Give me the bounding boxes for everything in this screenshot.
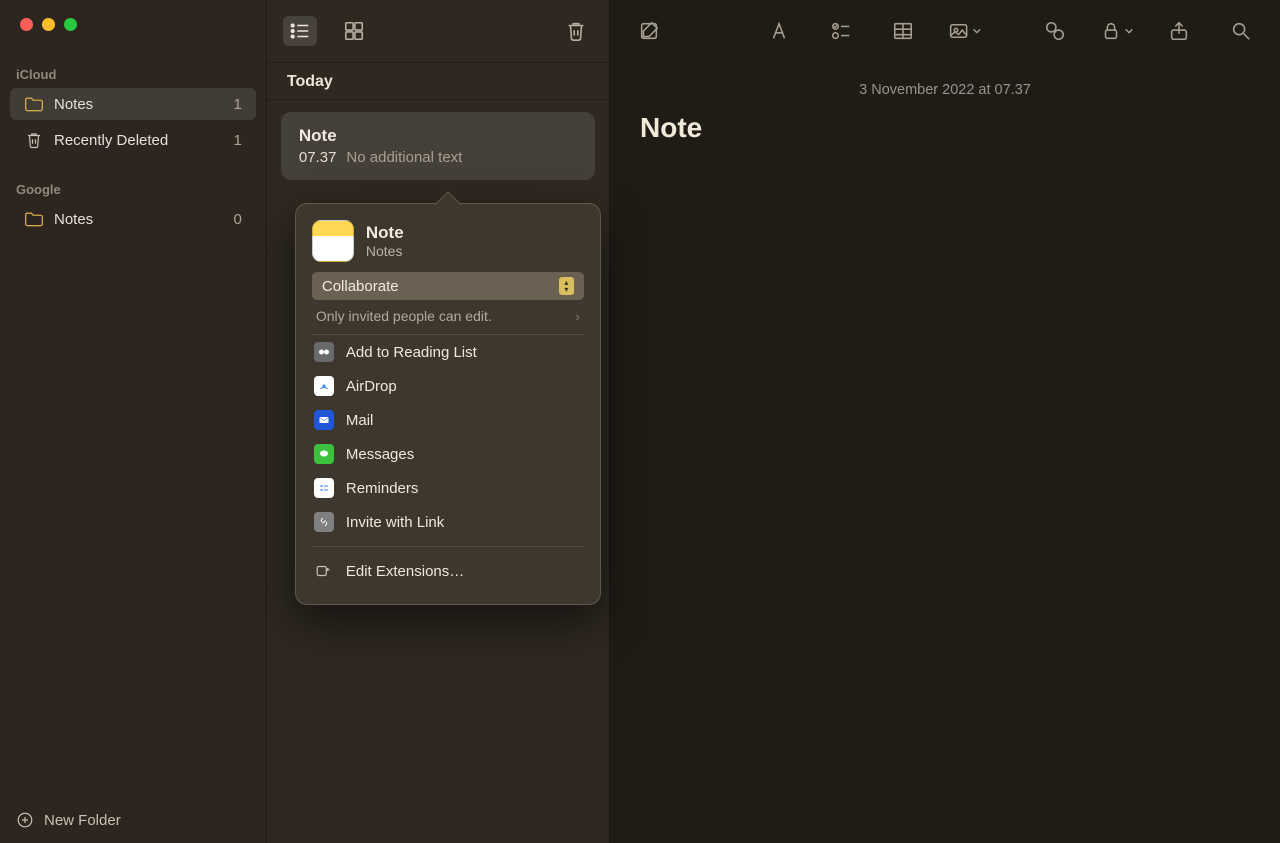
note-item-title: Note <box>299 126 577 146</box>
editor-pane: 3 November 2022 at 07.37 Note <box>610 0 1280 843</box>
note-list-item[interactable]: Note 07.37 No additional text <box>281 112 595 180</box>
link-note-button[interactable] <box>1038 16 1072 46</box>
delete-note-button[interactable] <box>559 16 593 46</box>
collaborate-mode-select[interactable]: Collaborate <box>312 272 584 300</box>
folder-label: Notes <box>54 211 234 228</box>
note-date: 3 November 2022 at 07.37 <box>640 82 1250 98</box>
new-folder-button[interactable]: New Folder <box>0 797 266 843</box>
table-button[interactable] <box>886 16 920 46</box>
window-controls <box>0 18 266 31</box>
folder-notes-icloud[interactable]: Notes 1 <box>10 88 256 120</box>
permission-settings-row[interactable]: Only invited people can edit. › <box>312 300 584 335</box>
folder-count: 0 <box>234 211 242 228</box>
checklist-button[interactable] <box>824 16 858 46</box>
folder-recently-deleted[interactable]: Recently Deleted 1 <box>10 124 256 156</box>
editor-toolbar <box>610 0 1280 62</box>
share-option-invite-link[interactable]: Invite with Link <box>312 505 584 539</box>
share-button[interactable] <box>1162 16 1196 46</box>
chevron-right-icon: › <box>576 309 580 324</box>
share-popover: Note Notes Collaborate Only invited peop… <box>295 203 601 605</box>
close-window-button[interactable] <box>20 18 33 31</box>
new-note-button[interactable] <box>632 16 666 46</box>
share-option-reading-list[interactable]: Add to Reading List <box>312 335 584 369</box>
divider <box>312 546 584 547</box>
share-popover-title: Note <box>366 223 404 243</box>
note-item-time: 07.37 <box>299 149 337 166</box>
folder-count: 1 <box>234 132 242 149</box>
permission-text: Only invited people can edit. <box>316 308 492 324</box>
share-option-label: Add to Reading List <box>346 344 477 361</box>
format-text-button[interactable] <box>762 16 796 46</box>
folder-label: Notes <box>54 96 234 113</box>
share-option-mail[interactable]: Mail <box>312 403 584 437</box>
fullscreen-window-button[interactable] <box>64 18 77 31</box>
search-button[interactable] <box>1224 16 1258 46</box>
collaborate-mode-label: Collaborate <box>322 278 399 295</box>
share-option-label: Mail <box>346 412 374 429</box>
mail-icon <box>314 410 334 430</box>
folder-icon <box>24 209 44 229</box>
share-option-messages[interactable]: Messages <box>312 437 584 471</box>
share-option-reminders[interactable]: Reminders <box>312 471 584 505</box>
folder-label: Recently Deleted <box>54 132 234 149</box>
media-button[interactable] <box>948 16 982 46</box>
extensions-icon <box>314 561 334 581</box>
minimize-window-button[interactable] <box>42 18 55 31</box>
notes-app-icon <box>312 220 354 262</box>
folder-count: 1 <box>234 96 242 113</box>
airdrop-icon <box>314 376 334 396</box>
folder-notes-google[interactable]: Notes 0 <box>10 203 256 235</box>
editor-body[interactable]: 3 November 2022 at 07.37 Note <box>610 62 1280 843</box>
note-item-preview: No additional text <box>346 149 462 166</box>
new-folder-label: New Folder <box>44 812 121 829</box>
share-popover-subtitle: Notes <box>366 243 404 259</box>
share-option-label: Messages <box>346 446 414 463</box>
stepper-icon <box>559 277 574 295</box>
gallery-view-button[interactable] <box>337 16 371 46</box>
share-option-label: Reminders <box>346 480 419 497</box>
messages-icon <box>314 444 334 464</box>
reading-list-icon <box>314 342 334 362</box>
edit-extensions-button[interactable]: Edit Extensions… <box>312 554 584 588</box>
note-title-heading: Note <box>640 112 1250 144</box>
section-label-google: Google <box>0 176 266 201</box>
notes-list-pane: Today Note 07.37 No additional text Note… <box>267 0 610 843</box>
notes-list-header: Today <box>267 62 609 100</box>
link-icon <box>314 512 334 532</box>
sidebar: iCloud Notes 1 Recently Deleted 1 Google… <box>0 0 267 843</box>
reminders-icon <box>314 478 334 498</box>
edit-extensions-label: Edit Extensions… <box>346 563 464 580</box>
list-toolbar <box>267 0 609 62</box>
lock-button[interactable] <box>1100 16 1134 46</box>
list-view-button[interactable] <box>283 16 317 46</box>
share-option-airdrop[interactable]: AirDrop <box>312 369 584 403</box>
share-option-label: AirDrop <box>346 378 397 395</box>
trash-icon <box>24 130 44 150</box>
section-label-icloud: iCloud <box>0 61 266 86</box>
folder-icon <box>24 94 44 114</box>
share-option-label: Invite with Link <box>346 514 444 531</box>
